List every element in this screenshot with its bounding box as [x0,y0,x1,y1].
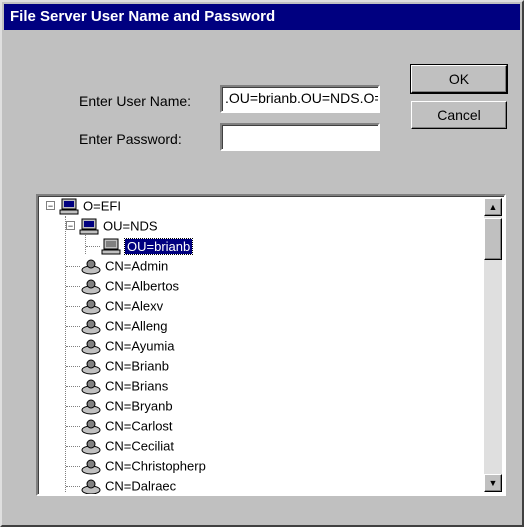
tree-node-selected[interactable]: OU=brianb [100,236,194,256]
tree-node-user[interactable]: CN=Admin [80,256,168,276]
tree-node-user[interactable]: CN=Carlost [80,416,173,436]
user-icon [80,418,102,436]
tree-node-ou-nds[interactable]: OU=NDS [78,216,158,236]
tree-node-user[interactable]: CN=Brians [80,376,168,396]
tree-node-user[interactable]: CN=Christopherp [80,456,206,476]
tree-node-user[interactable]: CN=Brianb [80,356,169,376]
server-icon [78,218,100,236]
server-icon [58,198,80,216]
scroll-thumb[interactable] [484,218,502,260]
dialog-window: File Server User Name and Password Enter… [0,0,524,527]
title-bar: File Server User Name and Password [4,4,520,30]
user-icon [80,318,102,336]
user-icon [80,358,102,376]
user-icon [80,378,102,396]
user-icon [80,278,102,296]
minus-box-icon[interactable]: − [66,221,75,231]
tree-node-user[interactable]: CN=Bryanb [80,396,173,416]
scroll-up-icon[interactable]: ▲ [484,198,502,216]
server-icon [100,238,122,256]
ok-button[interactable]: OK [410,64,508,94]
minus-box-icon[interactable]: − [46,201,55,211]
user-icon [80,338,102,356]
user-icon [80,438,102,456]
tree-node-user[interactable]: CN=Dalraec [80,476,176,494]
password-input[interactable] [220,123,380,151]
cancel-button[interactable]: Cancel [411,101,507,129]
scroll-down-icon[interactable]: ▼ [484,474,502,492]
user-icon [80,298,102,316]
tree-node-root[interactable]: O=EFI [58,196,121,216]
user-name-label: Enter User Name: [79,93,192,109]
tree-node-user[interactable]: CN=Alleng [80,316,168,336]
tree-node-user[interactable]: CN=Ceciliat [80,436,174,456]
tree-node-user[interactable]: CN=Ayumia [80,336,174,356]
user-icon [80,478,102,494]
user-icon [80,458,102,476]
user-icon [80,258,102,276]
user-icon [80,398,102,416]
tree-node-user[interactable]: CN=Alexv [80,296,163,316]
directory-tree[interactable]: − O=EFI − OU=NDS OU=brianb CN=Admin CN=Al… [36,194,506,496]
password-label: Enter Password: [79,131,182,147]
tree-node-user[interactable]: CN=Albertos [80,276,179,296]
tree-scrollbar[interactable]: ▲ ▼ [484,198,502,492]
user-name-input[interactable]: .OU=brianb.OU=NDS.O= [220,85,380,113]
